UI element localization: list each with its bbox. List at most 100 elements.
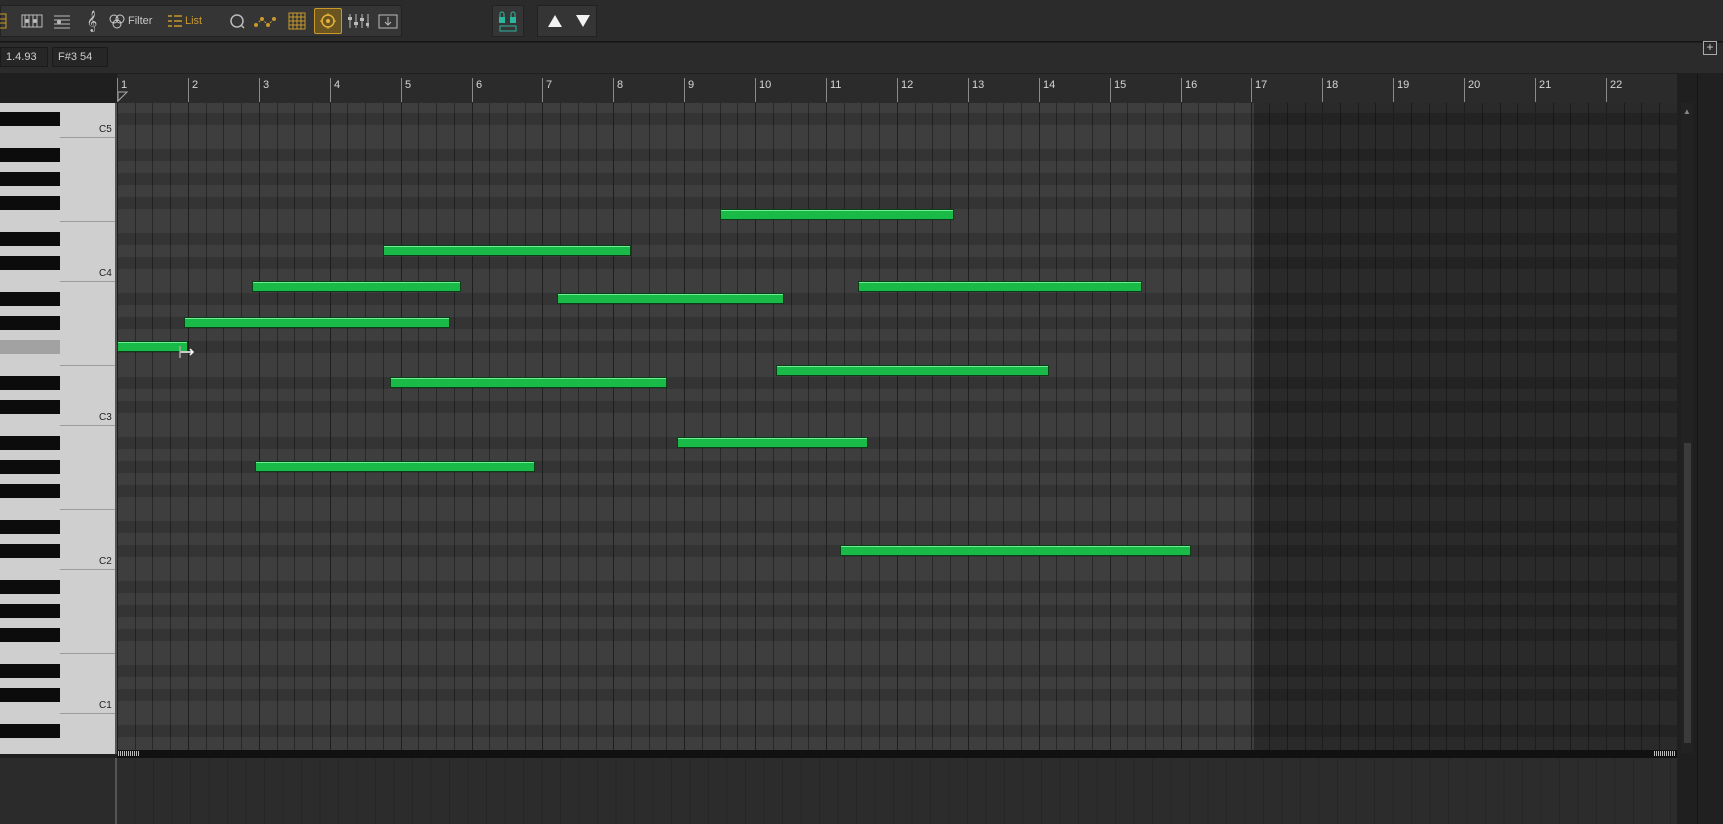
key-label-c5: C5 <box>99 124 112 135</box>
beat-line <box>1198 103 1199 754</box>
bar-line <box>1464 103 1465 754</box>
midi-note[interactable] <box>557 293 784 304</box>
scroll-up-icon[interactable]: ▲ <box>1683 107 1691 116</box>
bar-number: 2 <box>192 79 199 91</box>
midi-note[interactable] <box>390 377 667 388</box>
black-key[interactable] <box>0 484 60 498</box>
loop-icon[interactable] <box>223 8 251 34</box>
black-key[interactable] <box>0 544 60 558</box>
black-key[interactable] <box>0 172 60 186</box>
bar-number: 3 <box>263 79 270 91</box>
black-key[interactable] <box>0 376 60 390</box>
bar-line <box>1039 103 1040 754</box>
controller-lane[interactable] <box>117 758 1677 824</box>
white-key-divider <box>60 509 117 510</box>
bar-number: 14 <box>1043 79 1056 91</box>
bar-line <box>613 103 614 754</box>
black-key[interactable] <box>0 316 60 330</box>
arrow-up-icon[interactable] <box>541 8 569 34</box>
bar-number: 13 <box>972 79 985 91</box>
horizontal-scrollbar[interactable] <box>117 750 1677 758</box>
bar-number: 16 <box>1185 79 1198 91</box>
midi-note[interactable] <box>677 437 868 448</box>
bar-number: 5 <box>405 79 412 91</box>
beat-line <box>1092 103 1093 754</box>
black-key[interactable] <box>0 460 60 474</box>
black-key[interactable] <box>0 580 60 594</box>
automation-icon[interactable] <box>252 8 280 34</box>
beat-line <box>170 103 171 754</box>
beat-line <box>383 103 384 754</box>
black-key[interactable] <box>0 688 60 702</box>
filter-button[interactable]: Filter <box>108 8 160 34</box>
list-button[interactable]: List <box>167 8 211 34</box>
arrow-group <box>537 5 597 37</box>
note-value-display[interactable]: F#3 54 <box>52 47 108 67</box>
bar-line <box>968 103 969 754</box>
black-key[interactable] <box>0 604 60 618</box>
bar-tick <box>1110 78 1111 102</box>
lock-icon[interactable] <box>494 8 522 34</box>
key-label-c2: C2 <box>99 556 112 567</box>
midi-note[interactable] <box>840 545 1191 556</box>
black-key[interactable] <box>0 112 60 126</box>
midi-note[interactable] <box>255 461 535 472</box>
bar-tick <box>826 78 827 102</box>
midi-note[interactable] <box>858 281 1142 292</box>
vertical-scrollbar[interactable]: ▲ <box>1681 103 1693 753</box>
beat-line <box>294 103 295 754</box>
midi-note[interactable] <box>117 341 188 352</box>
midi-note[interactable] <box>776 365 1049 376</box>
beat-line <box>986 103 987 754</box>
beat-line <box>666 103 667 754</box>
snap-icon[interactable] <box>314 8 342 34</box>
black-key[interactable] <box>0 628 60 642</box>
midi-note[interactable] <box>184 317 450 328</box>
black-key[interactable] <box>0 724 60 738</box>
beat-line <box>1659 103 1660 754</box>
scroll-grip-right[interactable] <box>1654 751 1676 756</box>
black-key[interactable] <box>0 436 60 450</box>
bar-number: 17 <box>1255 79 1268 91</box>
bar-number: 1 <box>121 79 128 91</box>
black-key[interactable] <box>0 292 60 306</box>
piano-keyboard[interactable]: C5 C4 C3 C2 C1 <box>0 103 117 754</box>
black-key[interactable] <box>0 256 60 270</box>
beat-line <box>525 103 526 754</box>
track-list-icon[interactable] <box>0 8 11 34</box>
midi-note[interactable] <box>252 281 461 292</box>
position-display[interactable]: 1.4.93 <box>0 47 48 67</box>
beat-line <box>507 103 508 754</box>
bar-line <box>472 103 473 754</box>
beat-line <box>1641 103 1642 754</box>
midi-note[interactable] <box>383 245 631 256</box>
bar-line <box>1535 103 1536 754</box>
midi-note[interactable] <box>720 209 954 220</box>
mixer-icon[interactable] <box>344 8 372 34</box>
white-key-divider <box>60 425 117 426</box>
beat-line <box>418 103 419 754</box>
black-key[interactable] <box>0 196 60 210</box>
black-key[interactable] <box>0 520 60 534</box>
black-key[interactable] <box>0 400 60 414</box>
beat-line <box>879 103 880 754</box>
playhead-marker-icon[interactable] <box>117 91 129 103</box>
black-key[interactable] <box>0 232 60 246</box>
arrow-down-icon[interactable] <box>569 8 597 34</box>
beat-line <box>347 103 348 754</box>
add-icon[interactable]: + <box>1703 41 1717 55</box>
vertical-scroll-thumb[interactable] <box>1684 443 1691 743</box>
grid-icon[interactable] <box>283 8 311 34</box>
black-key[interactable] <box>0 340 60 354</box>
black-key[interactable] <box>0 664 60 678</box>
note-grid[interactable] <box>117 103 1677 754</box>
bar-tick <box>1181 78 1182 102</box>
scroll-grip-left[interactable] <box>118 751 140 756</box>
export-icon[interactable] <box>374 8 402 34</box>
bar-number: 12 <box>901 79 914 91</box>
black-key[interactable] <box>0 148 60 162</box>
drum-editor-icon[interactable] <box>18 8 46 34</box>
treble-clef-icon[interactable]: 𝄞 <box>78 8 106 34</box>
bar-ruler[interactable]: 1 2 3 4 5 6 7 8 9 10 11 12 13 14 15 16 17 18 19 20 21 22 <box>117 74 1677 103</box>
score-lines-icon[interactable] <box>48 8 76 34</box>
